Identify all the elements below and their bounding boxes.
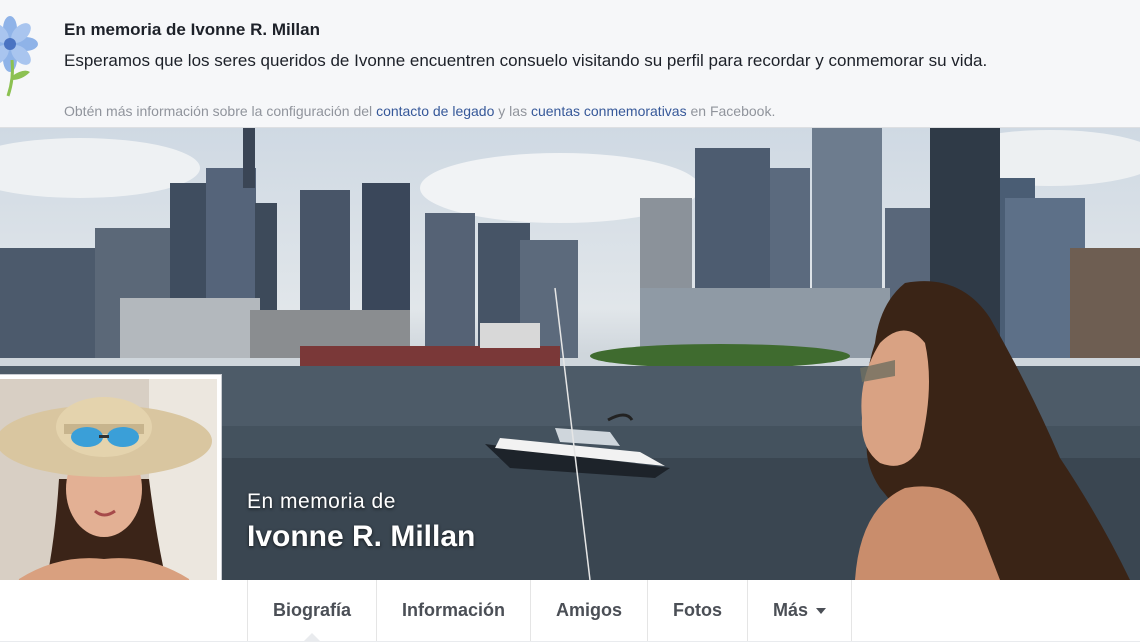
tab-label: Información — [402, 600, 506, 620]
dropdown-caret-icon — [816, 608, 827, 615]
banner-title: En memoria de Ivonne R. Millan — [64, 20, 320, 39]
legacy-contact-link[interactable]: contacto de legado — [376, 103, 494, 119]
tab-informacion[interactable]: Información — [377, 580, 532, 641]
banner-info-prefix: Obtén más información sobre la configura… — [64, 103, 377, 119]
memorial-label: En memoria de — [247, 490, 396, 513]
profile-name[interactable]: Ivonne R. Millan — [247, 520, 475, 554]
memorial-accounts-link[interactable]: cuentas conmemorativas — [531, 103, 687, 119]
banner-info-middle: y las — [494, 103, 531, 119]
tab-label: Biografía — [273, 600, 352, 620]
tab-biografia[interactable]: Biografía — [247, 580, 378, 642]
tab-label: Más — [773, 600, 809, 620]
banner-message: Esperamos que los seres queridos de Ivon… — [64, 51, 988, 70]
tab-mas[interactable]: Más — [748, 580, 853, 641]
profile-photo — [0, 379, 217, 611]
tab-fotos[interactable]: Fotos — [648, 580, 749, 641]
banner-info-suffix: en Facebook. — [686, 103, 776, 119]
tab-amigos[interactable]: Amigos — [531, 580, 649, 641]
cover-caption: En memoria de Ivonne R. Millan — [247, 490, 475, 554]
profile-tabs: Biografía Información Amigos Fotos Más — [247, 580, 853, 642]
tab-label: Fotos — [673, 600, 723, 620]
flower-icon — [0, 16, 38, 97]
memorial-banner: En memoria de Ivonne R. Millan Esperamos… — [0, 0, 1140, 128]
banner-info: Obtén más información sobre la configura… — [64, 103, 775, 119]
tab-label: Amigos — [556, 600, 623, 620]
profile-nav: Biografía Información Amigos Fotos Más — [0, 580, 1140, 642]
